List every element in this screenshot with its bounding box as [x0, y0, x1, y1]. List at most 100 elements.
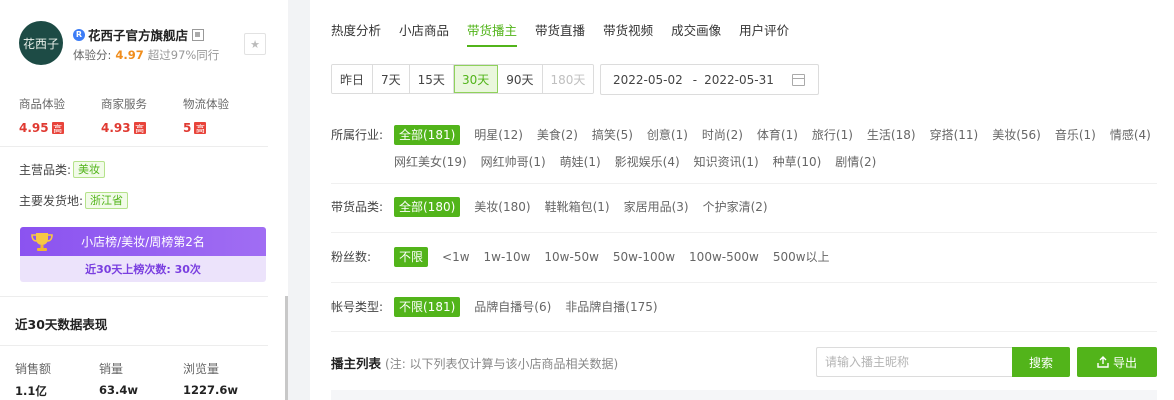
list-title: 播主列表 [331, 356, 382, 371]
period-90d[interactable]: 90天 [498, 65, 543, 93]
recent-stats: 销售额 1.1亿 销量 63.4w 浏览量 1227.6w [15, 360, 267, 399]
stat-label: 浏览量 [183, 362, 220, 376]
divider [331, 232, 1157, 233]
period-yesterday[interactable]: 昨日 [332, 65, 374, 93]
filter-account-type: 帐号类型: 不限(181) 品牌自播号(6) 非品牌自播(175) [331, 297, 672, 324]
filter-option[interactable]: 网红帅哥(1) [481, 152, 546, 172]
shop-logo-text: 花西子 [22, 36, 59, 51]
filter-option[interactable]: 美妆(56) [992, 125, 1041, 145]
filter-option[interactable]: 10w-50w [544, 247, 599, 267]
main-category-row: 主营品类: 美妆 [19, 161, 106, 178]
shop-name-row: R 花西子官方旗舰店 [73, 25, 205, 44]
filter-option[interactable]: 影视娱乐(4) [615, 152, 680, 172]
period-180d[interactable]: 180天 [542, 65, 594, 93]
filter-option[interactable]: 搞笑(5) [592, 125, 633, 145]
streamer-search-input[interactable] [816, 347, 1013, 377]
filter-option[interactable]: <1w [442, 247, 470, 267]
filter-option[interactable]: 家居用品(3) [624, 197, 689, 217]
filter-option[interactable]: 个护家清(2) [703, 197, 768, 217]
period-30d[interactable]: 30天 [453, 65, 499, 93]
level-badge: 高 [51, 122, 64, 135]
date-range-picker[interactable]: 2022-05-02 - 2022-05-31 [600, 64, 819, 95]
filter-option[interactable]: 品牌自播号(6) [474, 297, 551, 317]
filter-option[interactable]: 美妆(180) [474, 197, 530, 217]
metric-value: 5 [183, 121, 192, 135]
tab-shop-products[interactable]: 小店商品 [399, 20, 449, 46]
level-badge: 高 [133, 122, 146, 135]
filter-option[interactable]: 非品牌自播(175) [565, 297, 657, 317]
metric-service: 商家服务 4.93 高 [101, 96, 183, 135]
ship-from-row: 主要发货地: 浙江省 [19, 192, 129, 209]
filter-option[interactable]: 网红美女(19) [394, 152, 467, 172]
rank-card[interactable]: 小店榜/美妆/周榜第2名 近30天上榜次数: 30次 [20, 227, 266, 282]
stat-sales-amount: 销售额 1.1亿 [15, 360, 99, 399]
period-15d[interactable]: 15天 [409, 65, 454, 93]
score-label: 体验分: [73, 48, 112, 62]
filter-option[interactable]: 50w-100w [613, 247, 675, 267]
search-button[interactable]: 搜索 [1012, 347, 1070, 377]
sidebar-scrollbar[interactable] [285, 296, 288, 400]
ship-from-label: 主要发货地: [19, 194, 84, 208]
main-category-label: 主营品类: [19, 163, 72, 177]
tab-live-sales[interactable]: 带货直播 [535, 20, 585, 46]
ship-from-tag: 浙江省 [85, 192, 129, 209]
shop-metrics: 商品体验 4.95 高 商家服务 4.93 高 物流体验 5高 [19, 96, 269, 135]
favorite-star-button[interactable]: ★ [244, 33, 266, 55]
account-options: 不限(181) 品牌自播号(6) 非品牌自播(175) [394, 297, 672, 324]
experience-score: 体验分: 4.97 超过97%同行 [73, 47, 219, 63]
filter-option[interactable]: 1w-10w [484, 247, 531, 267]
filter-option[interactable]: 美食(2) [537, 125, 578, 145]
streamer-list-title: 播主列表 (注: 以下列表仅计算与该小店商品相关数据) [331, 353, 618, 372]
metric-logistics: 物流体验 5高 [183, 96, 265, 135]
date-end: 2022-05-31 [704, 72, 774, 87]
filter-option[interactable]: 萌娃(1) [560, 152, 601, 172]
filter-option[interactable]: 剧情(2) [835, 152, 876, 172]
filter-option[interactable]: 鞋靴箱包(1) [545, 197, 610, 217]
filter-option[interactable]: 全部(181) [394, 125, 461, 145]
filter-label: 带货品类: [331, 200, 384, 214]
stat-value: 63.4w [99, 383, 138, 397]
shop-name[interactable]: 花西子官方旗舰店 [88, 25, 188, 44]
divider [0, 296, 268, 297]
recent-performance-title: 近30天数据表现 [15, 317, 108, 332]
rank-title: 小店榜/美妆/周榜第2名 [81, 235, 205, 249]
tab-streamers[interactable]: 带货播主 [467, 20, 518, 47]
main-panel: 热度分析 小店商品 带货播主 带货直播 带货视频 成交画像 用户评价 昨日 7天… [310, 0, 1174, 400]
filter-option[interactable]: 不限(181) [394, 297, 461, 317]
filter-option[interactable]: 情感(4) [1110, 125, 1151, 145]
tab-video-sales[interactable]: 带货视频 [603, 20, 653, 46]
metric-label: 商品体验 [19, 97, 65, 111]
fans-options: 不限 <1w 1w-10w 10w-50w 50w-100w 100w-500w… [394, 247, 844, 274]
filter-option[interactable]: 音乐(1) [1055, 125, 1096, 145]
qr-code-icon[interactable] [192, 28, 205, 41]
tab-user-reviews[interactable]: 用户评价 [739, 20, 789, 46]
star-icon: ★ [250, 37, 260, 51]
filter-option[interactable]: 不限 [394, 247, 429, 267]
filter-option[interactable]: 100w-500w [689, 247, 759, 267]
main-category-tag: 美妆 [73, 161, 106, 178]
stat-page-views: 浏览量 1227.6w [183, 360, 267, 399]
tab-heat-analysis[interactable]: 热度分析 [331, 20, 381, 46]
export-button[interactable]: 导出 [1077, 347, 1157, 377]
score-value: 4.97 [115, 48, 144, 62]
filter-option[interactable]: 穿搭(11) [930, 125, 979, 145]
tab-buyer-profile[interactable]: 成交画像 [671, 20, 721, 46]
filter-option[interactable]: 500w以上 [773, 247, 830, 267]
period-7d[interactable]: 7天 [373, 65, 410, 93]
divider [0, 146, 268, 147]
filter-option[interactable]: 明星(12) [474, 125, 523, 145]
filter-label: 帐号类型: [331, 300, 384, 314]
trophy-icon [31, 233, 53, 251]
score-compare: 超过97%同行 [147, 48, 220, 62]
filter-option[interactable]: 创意(1) [647, 125, 688, 145]
filter-option[interactable]: 时尚(2) [702, 125, 743, 145]
shop-header: 花西子 R 花西子官方旗舰店 体验分: 4.97 超过97%同行 ★ [19, 21, 279, 71]
divider [331, 331, 1157, 332]
filter-option[interactable]: 种草(10) [773, 152, 822, 172]
filter-option[interactable]: 旅行(1) [812, 125, 853, 145]
filter-option[interactable]: 体育(1) [757, 125, 798, 145]
stat-label: 销量 [99, 362, 124, 376]
filter-option[interactable]: 知识资讯(1) [694, 152, 759, 172]
filter-option[interactable]: 生活(18) [867, 125, 916, 145]
filter-option[interactable]: 全部(180) [394, 197, 461, 217]
